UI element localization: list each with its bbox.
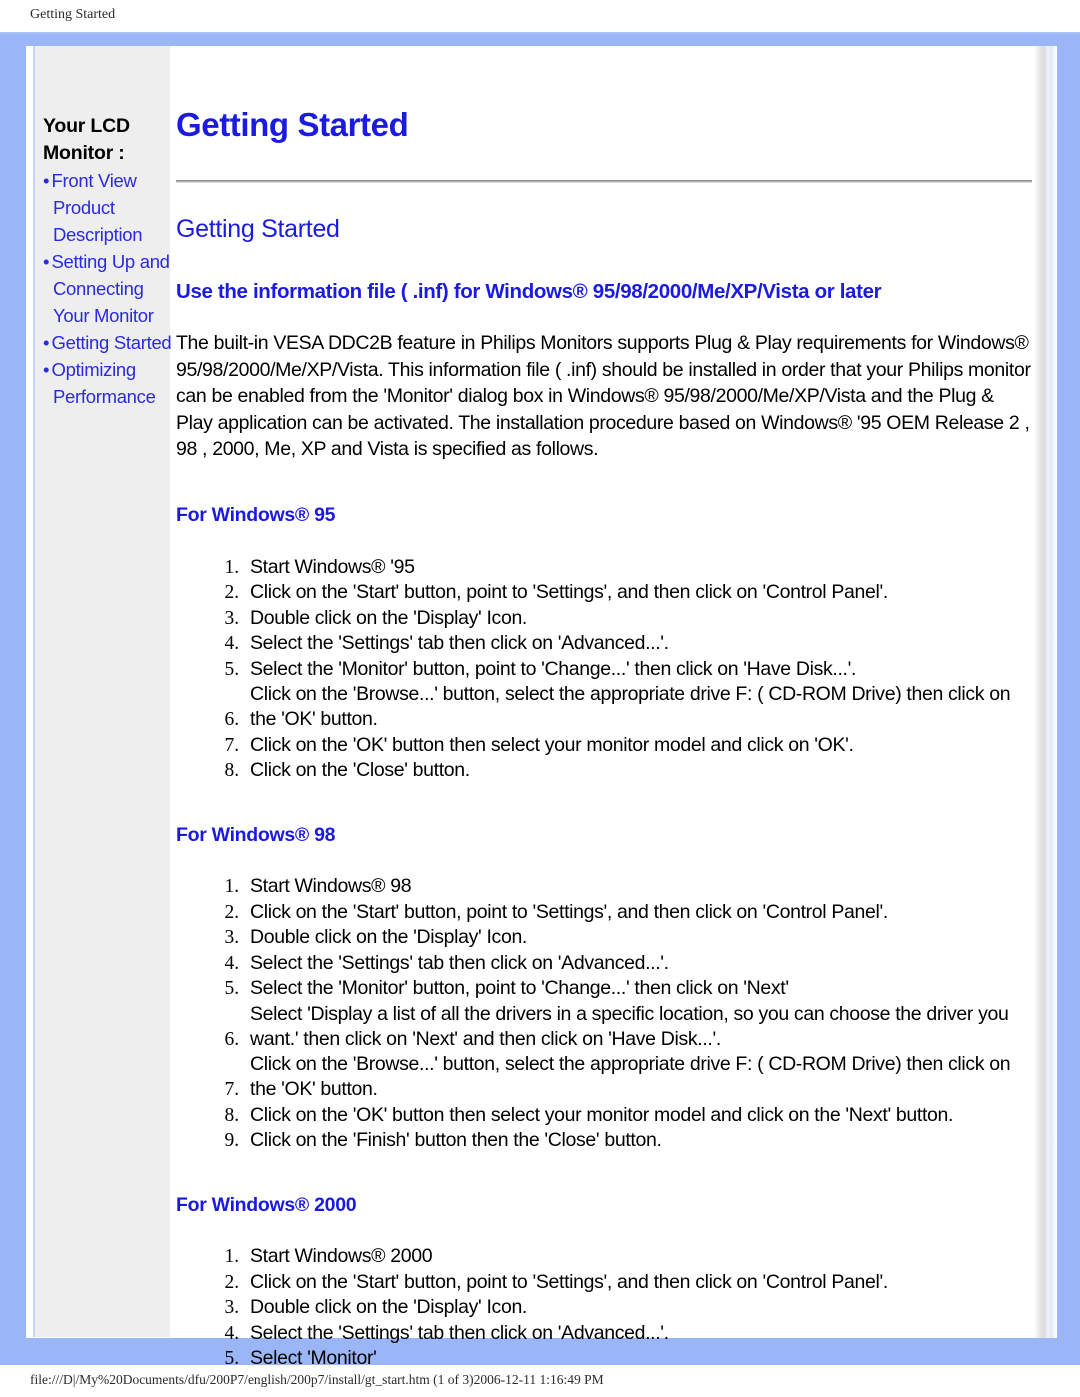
step-text: Click on the 'Start' button, point to 'S… (250, 900, 888, 923)
list-item: Click on the 'Browse...' button, select … (244, 1052, 1032, 1102)
step-text: Click on the 'Browse...' button, select … (250, 683, 1011, 730)
os-section-windows-95: For Windows® 95 Start Windows® '95 Click… (176, 503, 1032, 784)
sidebar-title: Your LCD Monitor : (43, 115, 130, 164)
list-item: Click on the 'Browse...' button, select … (244, 682, 1032, 732)
page-edge-scrollbar-strip[interactable] (1034, 46, 1057, 1338)
intro-paragraph: The built-in VESA DDC2B feature in Phili… (176, 332, 1031, 460)
print-footer: file:///D|/My%20Documents/dfu/200P7/engl… (30, 1372, 604, 1387)
list-item: Select the 'Monitor' button, point to 'C… (244, 976, 1032, 1001)
list-item: Click on the 'OK' button then select you… (244, 1103, 1032, 1128)
step-text: Start Windows® '95 (250, 555, 415, 578)
sidebar-item-getting-started[interactable]: •Getting Started (43, 329, 173, 356)
sidebar-item-setting-up-and-connecting-your-monitor[interactable]: •Setting Up and Connecting Your Monitor (43, 248, 173, 329)
sidebar-item-label: Front View Product Description (51, 170, 143, 245)
list-item: Click on the 'Start' button, point to 'S… (244, 900, 1032, 925)
steps-list: Start Windows® '95 Click on the 'Start' … (176, 555, 1032, 784)
os-heading: For Windows® 98 (176, 824, 336, 846)
list-item: Start Windows® 98 (244, 874, 1032, 899)
sidebar: Your LCD Monitor : •Front View Product D… (33, 46, 173, 1337)
step-text: Click on the 'Start' button, point to 'S… (250, 1270, 888, 1293)
main-content: Getting Started Getting Started Use the … (176, 46, 1032, 1372)
step-text: Select the 'Monitor' button, point to 'C… (250, 657, 857, 680)
steps-list: Start Windows® 98 Click on the 'Start' b… (176, 874, 1032, 1153)
step-text: Select the 'Monitor' button, point to 'C… (250, 977, 789, 999)
sidebar-content: Your LCD Monitor : •Front View Product D… (43, 113, 173, 410)
list-item: Select 'Monitor' (244, 1346, 1032, 1371)
step-text: Double click on the 'Display' Icon. (250, 926, 528, 948)
step-text: Click on the 'Start' button, point to 'S… (250, 581, 888, 603)
list-item: Double click on the 'Display' Icon. (244, 606, 1032, 631)
steps-list: Start Windows® 2000 Click on the 'Start'… (176, 1244, 1032, 1371)
page-title: Getting Started (176, 106, 409, 143)
list-item: Click on the 'Start' button, point to 'S… (244, 580, 1032, 605)
sidebar-item-label: Optimizing Performance (51, 359, 156, 407)
sidebar-nav: •Front View Product Description •Setting… (43, 167, 173, 410)
list-item: Click on the 'Close' button. (244, 758, 1032, 783)
list-item: Click on the 'Finish' button then the 'C… (244, 1128, 1032, 1153)
list-item: Select the 'Settings' tab then click on … (244, 951, 1032, 976)
step-text: Select the 'Settings' tab then click on … (250, 632, 669, 654)
step-text: Select the 'Settings' tab then click on … (250, 951, 669, 974)
sidebar-item-optimizing-performance[interactable]: •Optimizing Performance (43, 356, 173, 410)
os-section-windows-2000: For Windows® 2000 Start Windows® 2000 Cl… (176, 1193, 1032, 1371)
step-text: Select 'Monitor' (250, 1347, 377, 1369)
section-title: Getting Started (176, 215, 340, 243)
os-section-windows-98: For Windows® 98 Start Windows® 98 Click … (176, 823, 1032, 1153)
sidebar-item-front-view-product-description[interactable]: •Front View Product Description (43, 167, 173, 248)
section-heading: Use the information file ( .inf) for Win… (176, 280, 882, 303)
list-item: Double click on the 'Display' Icon. (244, 925, 1032, 950)
step-text: Click on the 'OK' button then select you… (250, 733, 854, 756)
list-item: Select 'Display a list of all the driver… (244, 1002, 1032, 1052)
list-item: Start Windows® 2000 (244, 1244, 1032, 1269)
title-divider (176, 180, 1032, 183)
list-item: Select the 'Settings' tab then click on … (244, 1321, 1032, 1346)
step-text: Click on the 'Close' button. (250, 759, 470, 781)
list-item: Start Windows® '95 (244, 555, 1032, 580)
step-text: Click on the 'Finish' button then the 'C… (250, 1129, 662, 1151)
list-item: Click on the 'OK' button then select you… (244, 733, 1032, 758)
os-heading: For Windows® 95 (176, 503, 336, 526)
step-text: Double click on the 'Display' Icon. (250, 606, 528, 629)
step-text: Click on the 'OK' button then select you… (250, 1103, 954, 1126)
frame-top-highlight (0, 32, 1080, 34)
list-item: Click on the 'Start' button, point to 'S… (244, 1270, 1032, 1295)
step-text: Select the 'Settings' tab then click on … (250, 1321, 669, 1344)
step-text: Start Windows® 2000 (250, 1245, 433, 1267)
step-text: Click on the 'Browse...' button, select … (250, 1053, 1011, 1100)
step-text: Start Windows® 98 (250, 875, 412, 897)
list-item: Select the 'Monitor' button, point to 'C… (244, 657, 1032, 682)
sidebar-item-label: Setting Up and Connecting Your Monitor (51, 251, 170, 326)
sidebar-item-label: Getting Started (51, 332, 172, 353)
step-text: Select 'Display a list of all the driver… (250, 1002, 1009, 1050)
os-heading: For Windows® 2000 (176, 1194, 357, 1216)
list-item: Double click on the 'Display' Icon. (244, 1295, 1032, 1320)
list-item: Select the 'Settings' tab then click on … (244, 631, 1032, 656)
step-text: Double click on the 'Display' Icon. (250, 1296, 528, 1318)
print-header: Getting Started (30, 7, 116, 22)
